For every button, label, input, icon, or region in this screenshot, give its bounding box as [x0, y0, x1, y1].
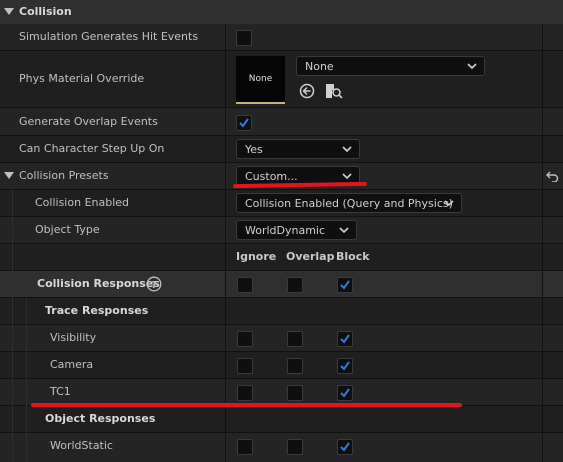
expand-arrow-icon[interactable]	[4, 8, 14, 16]
step-up-label: Can Character Step Up On	[19, 142, 165, 155]
overlap-events-label: Generate Overlap Events	[19, 115, 158, 128]
checkmark-icon	[340, 388, 350, 398]
trace-responses-label: Trace Responses	[45, 304, 149, 317]
section-title: Collision	[19, 5, 72, 18]
phys-material-value: None	[305, 60, 334, 73]
use-selected-icon[interactable]	[299, 83, 315, 99]
presets-value: Custom...	[245, 170, 298, 183]
row-divider	[0, 50, 563, 51]
indent-guide	[26, 298, 27, 462]
row-bg	[0, 244, 563, 270]
annotation-underline	[31, 403, 462, 407]
visibility-overlap-checkbox[interactable]	[287, 331, 303, 347]
all-overlap-checkbox[interactable]	[287, 277, 303, 293]
step-up-value: Yes	[245, 143, 263, 156]
row-divider	[0, 243, 563, 244]
presets-label: Collision Presets	[19, 169, 109, 182]
response-item-label: TC1	[50, 385, 71, 398]
chevron-down-icon	[342, 146, 352, 153]
checkmark-icon	[340, 361, 350, 371]
response-item-label: Visibility	[50, 331, 97, 344]
phys-material-combo[interactable]: None	[296, 56, 485, 76]
collision-responses-label: Collision Responses	[37, 277, 160, 290]
checkmark-icon	[340, 334, 350, 344]
camera-ignore-checkbox[interactable]	[237, 358, 253, 374]
response-item-label: WorldStatic	[50, 439, 113, 452]
worldstatic-block-checkbox[interactable]	[337, 439, 353, 455]
row-divider	[0, 378, 563, 379]
tc1-block-checkbox[interactable]	[337, 385, 353, 401]
visibility-ignore-checkbox[interactable]	[237, 331, 253, 347]
reset-column-divider	[542, 24, 543, 462]
reset-to-default-icon[interactable]	[546, 170, 559, 182]
chevron-down-icon	[339, 227, 349, 234]
object-type-label: Object Type	[35, 223, 100, 236]
checkmark-icon	[340, 442, 350, 452]
response-item-label: Camera	[50, 358, 94, 371]
checkmark-icon	[239, 118, 249, 128]
step-up-combo[interactable]: Yes	[236, 139, 360, 159]
camera-block-checkbox[interactable]	[337, 358, 353, 374]
thumbnail-label: None	[248, 74, 273, 84]
help-icon[interactable]: ?	[146, 276, 162, 292]
camera-overlap-checkbox[interactable]	[287, 358, 303, 374]
row-divider	[0, 107, 563, 108]
worldstatic-overlap-checkbox[interactable]	[287, 439, 303, 455]
object-type-value: WorldDynamic	[245, 224, 326, 237]
block-column-header: Block	[336, 250, 370, 263]
phys-material-thumbnail[interactable]: None	[236, 56, 285, 104]
visibility-block-checkbox[interactable]	[337, 331, 353, 347]
tc1-overlap-checkbox[interactable]	[287, 385, 303, 401]
sim-hit-events-label: Simulation Generates Hit Events	[19, 30, 199, 43]
overlap-column-header: Overlap	[286, 250, 335, 263]
collision-enabled-label: Collision Enabled	[35, 196, 130, 209]
ignore-column-header: Ignore	[236, 250, 277, 263]
indent-guide	[12, 190, 13, 462]
collision-enabled-value: Collision Enabled (Query and Physics)	[245, 197, 453, 210]
collision-enabled-combo[interactable]: Collision Enabled (Query and Physics)	[236, 193, 462, 213]
all-block-checkbox[interactable]	[337, 277, 353, 293]
overlap-events-checkbox[interactable]	[236, 115, 252, 131]
browse-asset-icon[interactable]	[325, 82, 343, 99]
sim-hit-events-checkbox[interactable]	[236, 30, 252, 46]
all-ignore-checkbox[interactable]	[237, 277, 253, 293]
chevron-down-icon	[467, 63, 477, 70]
chevron-down-icon	[444, 200, 454, 207]
expand-arrow-icon[interactable]	[4, 172, 14, 180]
name-value-splitter[interactable]	[225, 24, 226, 462]
chevron-down-icon	[342, 173, 352, 180]
row-bg	[0, 379, 563, 405]
object-type-combo[interactable]: WorldDynamic	[236, 220, 357, 240]
phys-material-label: Phys Material Override	[19, 72, 145, 85]
worldstatic-ignore-checkbox[interactable]	[237, 439, 253, 455]
checkmark-icon	[340, 280, 350, 290]
collision-section-header[interactable]: Collision	[0, 0, 563, 24]
tc1-ignore-checkbox[interactable]	[237, 385, 253, 401]
svg-text:?: ?	[151, 280, 157, 291]
object-responses-label: Object Responses	[45, 412, 156, 425]
